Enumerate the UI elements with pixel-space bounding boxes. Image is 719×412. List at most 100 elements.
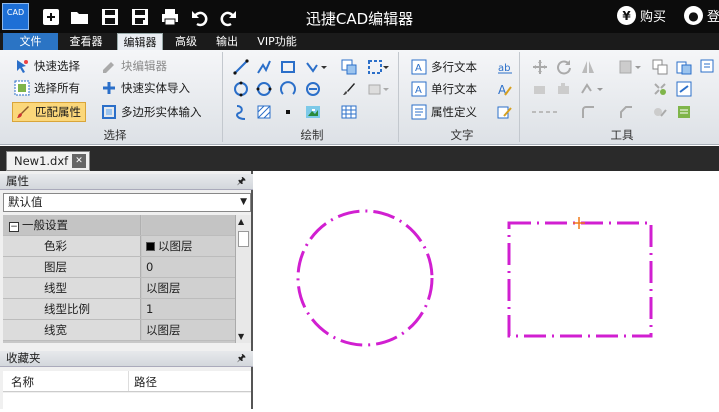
attribute-definition-icon — [411, 104, 427, 120]
move-icon[interactable] — [532, 59, 548, 75]
drawing-canvas[interactable] — [255, 171, 719, 409]
ribbon-separator — [519, 52, 520, 142]
gradient-hatch-icon[interactable] — [256, 104, 272, 120]
dashdot-rectangle[interactable] — [507, 221, 653, 338]
match-properties-button[interactable]: 匹配属性 — [12, 102, 86, 122]
property-value[interactable]: 以图层 — [142, 320, 235, 340]
region-icon[interactable] — [367, 59, 391, 75]
text-pencil-icon[interactable] — [497, 104, 513, 120]
database-icon[interactable] — [676, 104, 692, 120]
text-group-label: 文字 — [450, 128, 474, 142]
text-style-icon[interactable]: ab — [497, 59, 513, 75]
property-value[interactable]: 0 — [142, 257, 235, 277]
copy-icon[interactable] — [652, 59, 668, 75]
favorites-panel-title: 收藏夹 — [6, 351, 41, 365]
scroll-down-icon[interactable]: ▼ — [238, 332, 244, 341]
wipeout-icon[interactable] — [367, 81, 391, 97]
color-swatch-icon — [146, 242, 155, 251]
menu-advanced[interactable]: 高级 — [170, 33, 202, 50]
dashdot-circle[interactable] — [296, 209, 434, 347]
quick-entity-import-button[interactable]: 快速实体导入 — [101, 78, 190, 98]
document-tab[interactable]: New1.dxf ✕ — [6, 151, 90, 171]
purge-icon[interactable] — [652, 104, 668, 120]
menu-viewer[interactable]: 查看器 — [63, 33, 109, 50]
line-icon[interactable] — [233, 59, 249, 75]
spline-icon[interactable] — [305, 59, 329, 75]
pin-icon[interactable]: 🖈 — [237, 174, 246, 189]
polyline-icon[interactable] — [256, 59, 272, 75]
column-path[interactable]: 路径 — [134, 374, 157, 390]
property-row-color[interactable]: 色彩 以图层 — [3, 236, 235, 257]
chamfer-icon[interactable] — [618, 104, 634, 120]
brush-icon[interactable] — [341, 81, 357, 97]
property-scrollbar[interactable]: ▲ ▼ — [235, 215, 251, 343]
property-category[interactable]: − 一般设置 — [3, 215, 235, 236]
column-name[interactable]: 名称 — [11, 374, 34, 390]
select-all-label: 选择所有 — [34, 81, 80, 95]
buy-button[interactable]: ¥ 购买 — [617, 6, 666, 25]
match-properties-label: 匹配属性 — [35, 105, 81, 119]
property-value[interactable]: 以图层 — [142, 278, 235, 298]
array-icon[interactable] — [618, 59, 644, 75]
text-edit-icon[interactable]: A — [497, 81, 513, 97]
hatch-icon[interactable] — [305, 81, 321, 97]
rectangle-icon[interactable] — [280, 59, 296, 75]
circle-icon[interactable] — [233, 81, 249, 97]
rotate-icon[interactable] — [556, 59, 572, 75]
arc-icon[interactable] — [280, 81, 296, 97]
image-insert-icon[interactable] — [305, 104, 321, 120]
revcloud-icon[interactable] — [233, 104, 249, 120]
menu-output[interactable]: 输出 — [210, 33, 244, 50]
pin-icon[interactable]: 🖈 — [237, 351, 246, 366]
point-icon[interactable] — [280, 104, 296, 120]
title-bar: CAD 迅捷CAD编辑器 ¥ 购买 ● 登 — [0, 0, 719, 33]
property-row-layer[interactable]: 图层 0 — [3, 257, 235, 278]
property-value[interactable]: 1 — [142, 299, 235, 319]
attribute-definition-button[interactable]: 属性定义 — [411, 102, 477, 122]
block-editor-button[interactable]: 块编辑器 — [101, 56, 167, 76]
category-cell: − 一般设置 — [3, 215, 141, 235]
properties-filter-dropdown[interactable]: 默认值 ▼ — [3, 193, 251, 212]
table-icon[interactable] — [341, 104, 357, 120]
select-all-button[interactable]: 选择所有 — [14, 78, 80, 98]
polygon-entity-input-button[interactable]: 多边形实体输入 — [101, 102, 202, 122]
layer-icon[interactable] — [700, 59, 716, 75]
ribbon-separator — [222, 52, 223, 142]
yen-icon: ¥ — [617, 6, 636, 25]
quick-select-button[interactable]: 快速选择 — [14, 56, 80, 76]
property-row-lineweight[interactable]: 线宽 以图层 — [3, 320, 235, 341]
measure-icon[interactable] — [676, 81, 692, 97]
user-icon: ● — [684, 6, 703, 25]
close-icon[interactable]: ✕ — [72, 154, 86, 168]
single-line-text-icon: A — [411, 81, 427, 97]
ellipse-icon[interactable] — [256, 81, 272, 97]
menu-file[interactable]: 文件 — [3, 33, 58, 50]
trim-icon[interactable] — [580, 81, 606, 97]
scroll-up-icon[interactable]: ▲ — [238, 217, 244, 226]
collapse-icon[interactable]: − — [9, 222, 19, 232]
single-line-text-button[interactable]: A 单行文本 — [411, 79, 477, 99]
login-button[interactable]: ● 登 — [684, 6, 719, 25]
color-value: 以图层 — [158, 239, 193, 253]
property-value[interactable]: 以图层 — [142, 236, 235, 256]
stretch-icon[interactable] — [532, 81, 548, 97]
offset-icon[interactable] — [530, 104, 570, 120]
favorites-list[interactable] — [3, 393, 251, 409]
multiline-text-button[interactable]: A 多行文本 — [411, 57, 477, 77]
property-key: 图层 — [3, 257, 141, 277]
property-row-linetype[interactable]: 线型 以图层 — [3, 278, 235, 299]
quick-select-icon — [14, 58, 30, 74]
block-insert-icon[interactable] — [341, 59, 357, 75]
property-row-linetype-scale[interactable]: 线型比例 1 — [3, 299, 235, 320]
mirror-icon[interactable] — [580, 59, 596, 75]
dropdown-value: 默认值 — [8, 195, 43, 209]
scale-icon[interactable] — [556, 81, 572, 97]
menu-vip[interactable]: VIP功能 — [252, 33, 302, 50]
fillet-icon[interactable] — [580, 104, 596, 120]
paste-blue-icon[interactable] — [676, 59, 692, 75]
explode-icon[interactable] — [652, 81, 668, 97]
menu-editor[interactable]: 编辑器 — [117, 33, 163, 50]
scroll-thumb[interactable] — [238, 231, 249, 247]
login-label: 登 — [707, 10, 719, 25]
properties-panel-header: 属性 🖈 — [0, 174, 253, 190]
